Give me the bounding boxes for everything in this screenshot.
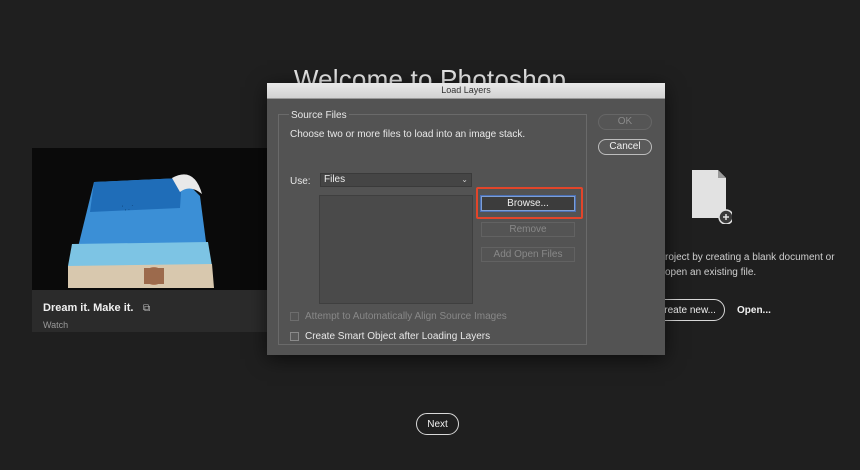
smart-object-row[interactable]: Create Smart Object after Loading Layers	[290, 331, 490, 342]
smart-object-label: Create Smart Object after Loading Layers	[305, 331, 491, 342]
add-open-files-button[interactable]: Add Open Files	[481, 247, 575, 262]
video-card[interactable]: ' , . ` Dream it. Make it. ⧉ Watch	[32, 148, 268, 332]
use-label: Use:	[290, 176, 311, 187]
auto-align-label: Attempt to Automatically Align Source Im…	[305, 311, 507, 322]
remove-button[interactable]: Remove	[481, 222, 575, 237]
video-subtitle: Watch	[43, 320, 69, 330]
svg-text:' , . `: ' , . `	[122, 206, 133, 212]
open-button[interactable]: Open...	[737, 305, 771, 316]
use-dropdown-value: Files	[324, 174, 346, 185]
auto-align-checkbox[interactable]	[290, 312, 299, 321]
external-link-icon: ⧉	[142, 303, 151, 314]
group-title: Source Files	[289, 110, 349, 121]
load-layers-dialog: Load Layers Source Files Choose two or m…	[267, 83, 665, 355]
browse-highlight	[476, 187, 583, 219]
start-description: roject by creating a blank document or o…	[665, 252, 835, 278]
dialog-title[interactable]: Load Layers	[267, 83, 665, 99]
file-list[interactable]	[319, 195, 473, 304]
ok-button[interactable]: OK	[598, 114, 652, 130]
auto-align-row[interactable]: Attempt to Automatically Align Source Im…	[290, 311, 507, 322]
chevron-down-icon: ⌄	[461, 175, 468, 184]
smart-object-checkbox[interactable]	[290, 332, 299, 341]
new-document-icon	[692, 170, 732, 224]
cancel-button[interactable]: Cancel	[598, 139, 652, 155]
instructions-text: Choose two or more files to load into an…	[290, 129, 526, 140]
next-button[interactable]: Next	[416, 413, 459, 435]
use-dropdown[interactable]: Files ⌄	[320, 173, 472, 187]
video-thumbnail: ' , . `	[32, 148, 268, 290]
video-title: Dream it. Make it.	[43, 302, 134, 314]
